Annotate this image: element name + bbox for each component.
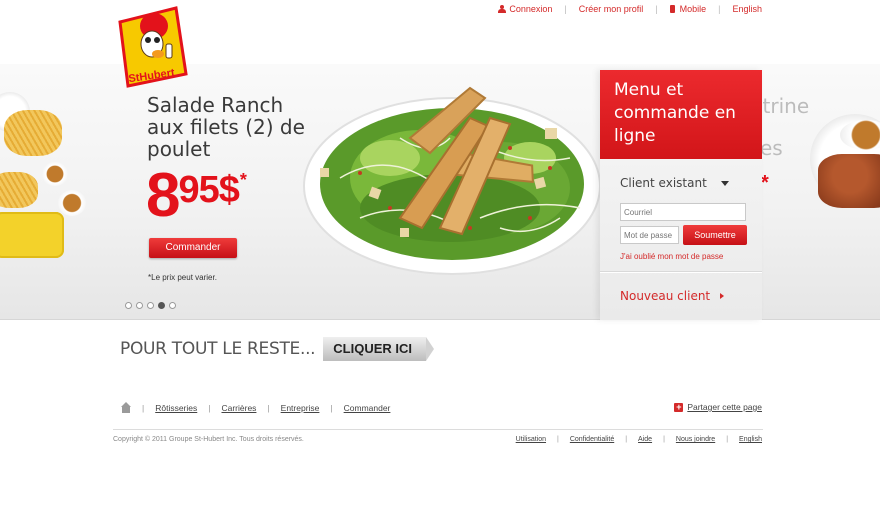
footer-link-rotisseries[interactable]: Rôtisseries (155, 403, 197, 413)
rest-text: POUR TOUT LE RESTE... (120, 339, 316, 359)
background-word-vitrine: itrine (757, 94, 810, 118)
mobile-link-label: Mobile (679, 4, 707, 14)
legal-link-confidentialite[interactable]: Confidentialité (570, 436, 614, 443)
legal-separator: | (663, 436, 665, 443)
login-link-label: Connexion (509, 4, 553, 14)
footer-nav: | Rôtisseries | Carrières | Entreprise |… (121, 402, 390, 413)
carousel-dots (125, 302, 176, 309)
home-icon[interactable] (121, 402, 131, 413)
promo-price: 8 95$ * (146, 165, 247, 227)
legal-link-nous-joindre[interactable]: Nous joindre (676, 436, 715, 443)
price-dollars: 8 (146, 161, 181, 230)
chevron-down-icon (720, 180, 729, 186)
legal-separator: | (557, 436, 559, 443)
legal-separator: | (726, 436, 729, 443)
footer-divider (113, 429, 763, 430)
submit-button[interactable]: Soumettre (683, 225, 747, 245)
existing-client-label: Client existant (620, 176, 707, 190)
carousel-dot-2[interactable] (136, 302, 143, 309)
existing-client-toggle[interactable]: Client existant (620, 176, 729, 190)
price-cents: 95$ (178, 169, 239, 211)
footer-separator: | (330, 402, 333, 413)
english-link[interactable]: English (732, 4, 762, 14)
st-hubert-logo[interactable]: StHubert (116, 4, 188, 88)
share-page-label: Partager cette page (687, 402, 762, 412)
nav-separator: | (655, 4, 658, 14)
background-word-es: es (760, 136, 783, 160)
side-food-left-image (0, 92, 100, 292)
footer-link-carrieres[interactable]: Carrières (221, 403, 256, 413)
carousel-dot-4[interactable] (158, 302, 165, 309)
share-page-link[interactable]: + Partager cette page (674, 402, 762, 412)
legal-link-english[interactable]: English (739, 436, 762, 443)
footer-link-commander[interactable]: Commander (344, 403, 391, 413)
side-food-right-image (810, 114, 880, 254)
top-nav: Connexion | Créer mon profil | Mobile | … (498, 4, 762, 14)
footer-separator: | (267, 402, 270, 413)
online-order-heading: Menu et commande en ligne (600, 70, 762, 159)
user-icon (498, 5, 507, 13)
nav-separator: | (564, 4, 567, 14)
panel-divider (600, 271, 762, 272)
plus-icon: + (674, 401, 684, 412)
price-asterisk: * (239, 170, 247, 190)
copyright: Copyright © 2011 Groupe St-Hubert Inc. T… (113, 436, 304, 443)
new-client-label: Nouveau client (620, 289, 711, 303)
new-client-link[interactable]: Nouveau client (620, 289, 725, 303)
carousel-dot-3[interactable] (147, 302, 154, 309)
password-field[interactable] (620, 226, 679, 244)
create-profile-link[interactable]: Créer mon profil (579, 4, 644, 14)
arrow-right-icon (720, 293, 725, 299)
rest-section: POUR TOUT LE RESTE... CLIQUER ICI (120, 337, 434, 361)
legal-separator: | (625, 436, 628, 443)
promo-title: Salade Ranch aux filets (2) de poulet (147, 93, 305, 161)
click-here-button[interactable]: CLIQUER ICI (323, 337, 434, 361)
background-asterisk: * (761, 172, 769, 194)
forgot-password-link[interactable]: J'ai oublié mon mot de passe (620, 252, 723, 261)
footer-separator: | (208, 402, 211, 413)
login-link[interactable]: Connexion (498, 4, 552, 14)
online-order-panel: Menu et commande en ligne Client existan… (600, 70, 762, 320)
email-field[interactable] (620, 203, 746, 221)
legal-links: Utilisation | Confidentialité | Aide | N… (516, 436, 762, 443)
footer-link-entreprise[interactable]: Entreprise (281, 403, 320, 413)
carousel-dot-1[interactable] (125, 302, 132, 309)
carousel-dot-5[interactable] (169, 302, 176, 309)
footer-separator: | (142, 402, 145, 413)
nav-separator: | (718, 4, 721, 14)
mobile-link[interactable]: Mobile (669, 4, 707, 14)
order-button[interactable]: Commander (149, 238, 237, 258)
price-note: *Le prix peut varier. (148, 273, 217, 282)
legal-link-utilisation[interactable]: Utilisation (516, 436, 546, 443)
legal-link-aide[interactable]: Aide (638, 436, 652, 443)
mobile-phone-icon (669, 5, 675, 13)
salad-image (303, 86, 601, 275)
